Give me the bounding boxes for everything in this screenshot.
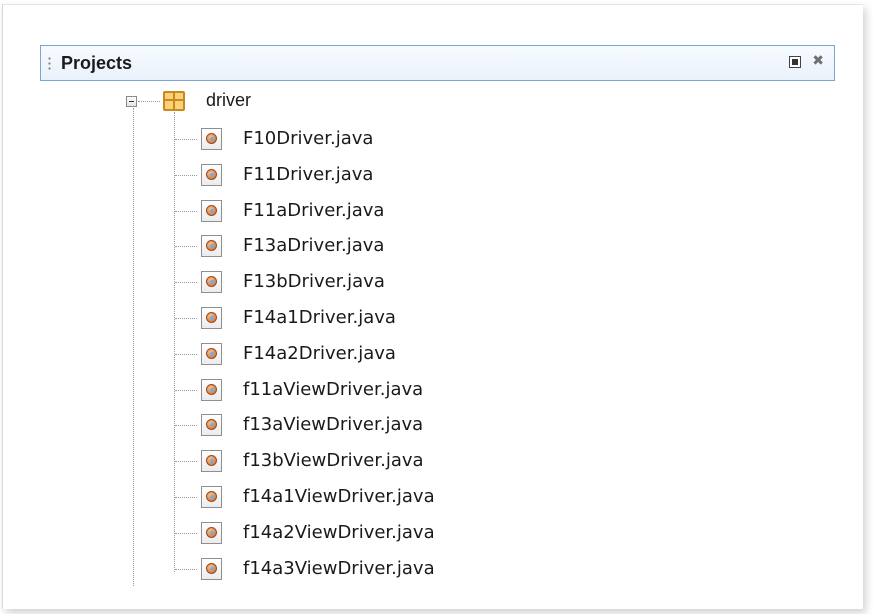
java-file-icon [201, 486, 222, 508]
tree-connector [175, 425, 197, 427]
java-file-icon [201, 450, 222, 473]
java-file-icon [201, 271, 222, 294]
tree-file-item[interactable]: F13bDriver.java [0, 264, 600, 300]
file-label: f13bViewDriver.java [243, 450, 424, 472]
package-label[interactable]: driver [206, 90, 251, 111]
tree-file-item[interactable]: F13aDriver.java [0, 228, 600, 264]
file-label: f14a2ViewDriver.java [243, 521, 435, 543]
java-file-icon [201, 342, 222, 365]
project-tree: driver F10Driver.java F11Driver.java F11aD… [0, 0, 873, 614]
tree-connector [175, 318, 197, 319]
tree-file-item[interactable]: F11aDriver.java [0, 193, 600, 229]
tree-file-item[interactable]: f11aViewDriver.java [0, 372, 600, 408]
collapse-toggle-icon[interactable] [126, 96, 137, 107]
tree-connector [175, 282, 197, 284]
tree-file-item[interactable]: f14a1ViewDriver.java [0, 479, 600, 515]
package-icon [163, 91, 185, 111]
java-file-icon [201, 414, 222, 437]
tree-file-item[interactable]: f13bViewDriver.java [0, 443, 600, 479]
java-file-icon [201, 163, 222, 186]
file-label: F13bDriver.java [243, 271, 385, 293]
file-label: f14a1ViewDriver.java [243, 486, 435, 507]
tree-connector [175, 532, 197, 534]
tree-file-item[interactable]: F14a1Driver.java [0, 300, 600, 336]
file-label: F10Driver.java [243, 128, 374, 149]
tree-file-item[interactable]: f14a3ViewDriver.java [0, 551, 600, 587]
tree-file-item[interactable]: F10Driver.java [0, 121, 600, 157]
java-file-icon [201, 199, 222, 222]
tree-connector [175, 389, 197, 391]
java-file-icon [201, 557, 222, 580]
tree-connector [175, 353, 197, 355]
tree-connector [175, 210, 197, 212]
file-label: F13aDriver.java [243, 235, 385, 257]
tree-connector [175, 497, 197, 498]
java-file-icon [201, 128, 222, 150]
java-file-icon [201, 378, 222, 401]
tree-connector [175, 246, 197, 248]
tree-file-item[interactable]: F14a2Driver.java [0, 336, 600, 372]
file-label: f13aViewDriver.java [243, 414, 424, 436]
tree-connector [175, 139, 197, 140]
tree-connector [175, 568, 197, 570]
tree-file-item[interactable]: f14a2ViewDriver.java [0, 515, 600, 551]
tree-connector [138, 101, 160, 102]
file-label: F14a2Driver.java [243, 342, 396, 364]
java-file-icon [201, 235, 222, 258]
java-file-icon [201, 521, 222, 544]
file-label: f11aViewDriver.java [243, 378, 424, 400]
tree-file-item[interactable]: f13aViewDriver.java [0, 407, 600, 443]
file-label: F11aDriver.java [243, 199, 385, 221]
tree-connector [175, 461, 197, 463]
file-label: F11Driver.java [243, 163, 374, 185]
java-file-icon [201, 307, 222, 329]
file-label: f14a3ViewDriver.java [243, 557, 435, 579]
tree-connector [175, 174, 197, 176]
tree-file-item[interactable]: F11Driver.java [0, 157, 600, 193]
file-label: F14a1Driver.java [243, 307, 396, 328]
